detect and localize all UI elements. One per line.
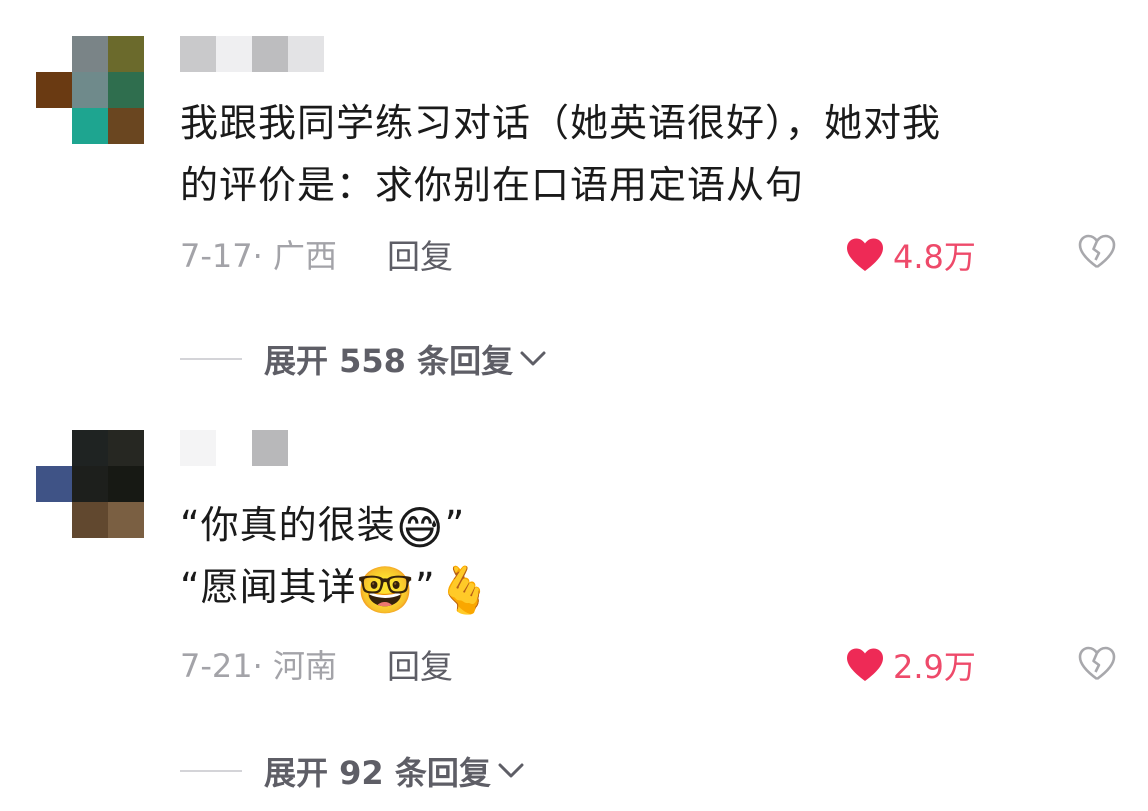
comment-text-segment: “你真的很装 <box>180 503 396 547</box>
avatar-pixel <box>108 502 144 538</box>
broken-heart-icon <box>1078 234 1116 269</box>
avatar-pixel <box>108 36 144 72</box>
avatar-pixel <box>36 466 72 502</box>
chevron-down-icon <box>520 351 546 366</box>
nerd-face-emoji-icon: 🤓 <box>356 563 415 617</box>
like-button[interactable]: 2.9万 <box>845 642 976 688</box>
avatar-pixel <box>108 430 144 466</box>
broken-heart-icon <box>1078 646 1116 681</box>
reply-button[interactable]: 回复 <box>387 230 453 278</box>
like-count: 2.9万 <box>893 648 976 686</box>
avatar-pixel <box>36 36 72 72</box>
comment-text-segment: “愿闻其详 <box>180 565 357 609</box>
avatar-pixel <box>72 430 108 466</box>
comment-meta: 7-21· 河南 回复 <box>180 640 453 688</box>
dislike-button[interactable] <box>1077 646 1117 686</box>
avatar-pixel <box>108 72 144 108</box>
avatar-pixel <box>72 466 108 502</box>
username[interactable] <box>180 36 324 72</box>
reply-button[interactable]: 回复 <box>387 640 453 688</box>
heart-icon <box>847 648 883 681</box>
avatar-pixel <box>108 466 144 502</box>
comment-text-line: “愿闻其详🤓”🫰 <box>180 556 494 618</box>
comment-meta: 7-17· 广西 回复 <box>180 230 453 278</box>
comment-text-segment: ” <box>414 565 436 609</box>
avatar-pixel <box>72 502 108 538</box>
username-pixel <box>180 430 216 466</box>
username-pixel <box>252 430 288 466</box>
username-pixel <box>216 430 252 466</box>
comment-text-line: 的评价是：求你别在口语用定语从句 <box>180 163 805 207</box>
sweat-smile-emoji-icon: 😅 <box>395 501 445 555</box>
avatar-pixel <box>72 72 108 108</box>
avatar-pixel <box>36 108 72 144</box>
expand-replies[interactable]: 展开 558 条回复 <box>180 336 547 382</box>
comment-text-segment: ” <box>444 503 466 547</box>
chevron-down-icon <box>498 763 524 778</box>
comment-text-line: “你真的很装😅” <box>180 494 494 556</box>
dislike-button[interactable] <box>1077 234 1117 274</box>
divider <box>180 358 242 360</box>
avatar[interactable] <box>36 36 144 144</box>
avatar[interactable] <box>36 430 144 538</box>
like-count: 4.8万 <box>893 238 976 276</box>
avatar-pixel <box>72 36 108 72</box>
finger-heart-emoji-icon: 🫰 <box>435 563 494 617</box>
date-location: 7-21· 河南 <box>180 647 337 685</box>
expand-replies-label: 展开 558 条回复 <box>264 342 514 380</box>
comment-text: “你真的很装😅” “愿闻其详🤓”🫰 <box>180 494 494 618</box>
date-location: 7-17· 广西 <box>180 237 337 275</box>
avatar-pixel <box>36 72 72 108</box>
username-pixel <box>180 36 216 72</box>
username-pixel <box>252 36 288 72</box>
expand-replies[interactable]: 展开 92 条回复 <box>180 748 525 794</box>
like-button[interactable]: 4.8万 <box>845 232 976 278</box>
heart-icon <box>847 238 883 271</box>
username-pixel <box>288 36 324 72</box>
expand-replies-label: 展开 92 条回复 <box>264 754 491 792</box>
avatar-pixel <box>36 502 72 538</box>
avatar-pixel <box>72 108 108 144</box>
avatar-pixel <box>36 430 72 466</box>
avatar-pixel <box>108 108 144 144</box>
comment-text: 我跟我同学练习对话（她英语很好），她对我 的评价是：求你别在口语用定语从句 <box>180 92 941 216</box>
username[interactable] <box>180 430 288 466</box>
comment-text-line: 我跟我同学练习对话（她英语很好），她对我 <box>180 101 942 145</box>
username-pixel <box>216 36 252 72</box>
divider <box>180 770 242 772</box>
